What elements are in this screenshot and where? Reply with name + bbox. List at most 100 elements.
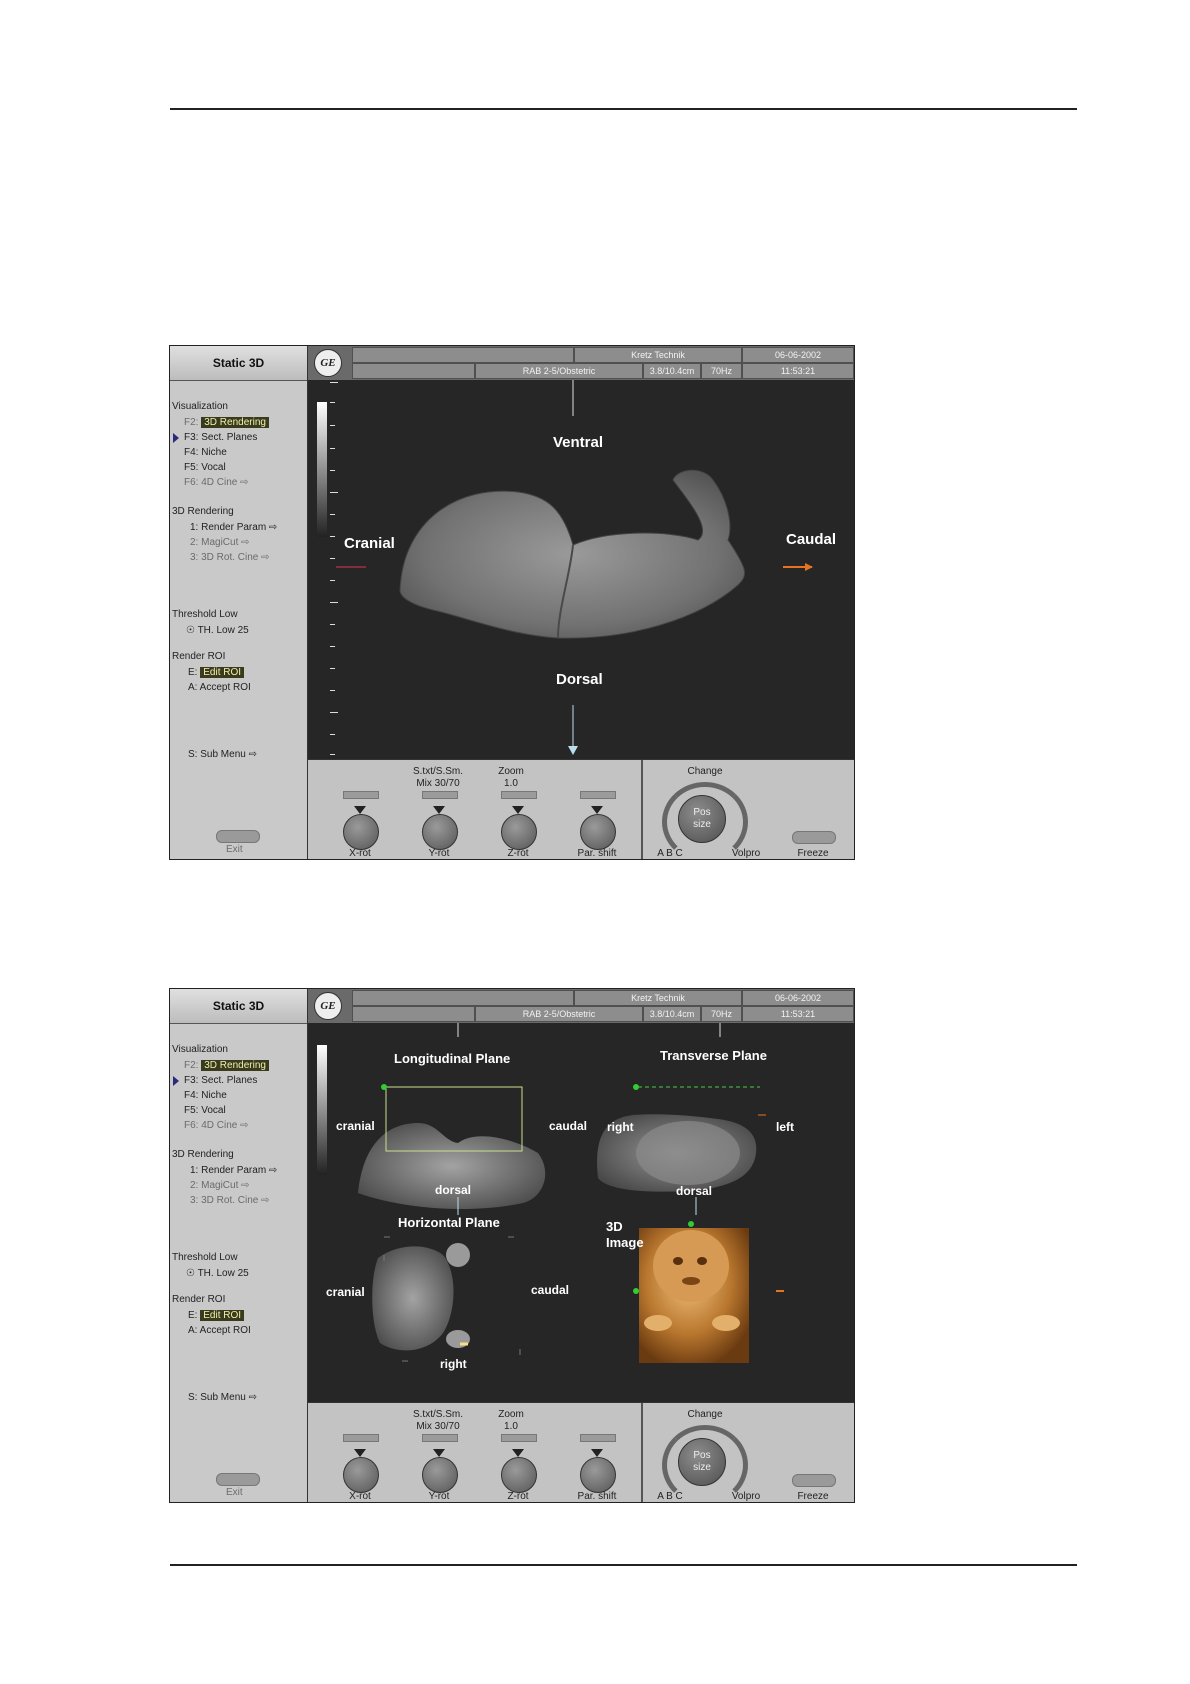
- header-rule: [170, 108, 1077, 110]
- y-rot-label: Y-rot: [428, 848, 450, 859]
- x-rot-knob[interactable]: [343, 1457, 379, 1493]
- menu-item-render-param[interactable]: 1: Render Param ⇨: [190, 522, 277, 533]
- menu-item-magicut[interactable]: 2: MagiCut ⇨: [190, 1180, 250, 1191]
- status-cell-blank: [352, 347, 574, 363]
- label-cranial-long: cranial: [336, 1119, 375, 1133]
- menu-item-3d-rot-cine[interactable]: 3: 3D Rot. Cine ⇨: [190, 552, 270, 563]
- label-dorsal-trans: dorsal: [676, 1184, 713, 1198]
- y-rot-knob[interactable]: [422, 1457, 458, 1493]
- z-rot-label: Z-rot: [507, 848, 529, 859]
- zoom-value: 1.0: [504, 778, 518, 789]
- date-label: 06-06-2002: [742, 990, 854, 1006]
- label-3d: 3D: [606, 1219, 623, 1234]
- mix-value: Mix 30/70: [416, 778, 460, 789]
- sidebar: Static 3D Visualization F2: 3D Rendering…: [170, 346, 308, 859]
- menu-item-f6[interactable]: F6: 4D Cine ⇨: [184, 1120, 249, 1131]
- menu-item-accept-roi[interactable]: A: Accept ROI: [188, 1325, 251, 1336]
- label-dorsal: Dorsal: [556, 671, 603, 688]
- menu-item-f3[interactable]: F3: Sect. Planes: [184, 432, 257, 443]
- section-render-roi: Render ROI: [172, 1294, 226, 1305]
- section-threshold-low: Threshold Low: [172, 609, 238, 620]
- edit-roi-label: Edit ROI: [200, 667, 245, 678]
- menu-item-f2[interactable]: F2: 3D Rendering: [184, 1060, 269, 1071]
- x-rot-knob[interactable]: [343, 814, 379, 850]
- menu-item-sub-menu[interactable]: S: Sub Menu ⇨: [188, 749, 257, 760]
- change-label: Change: [687, 1409, 723, 1420]
- menu-item-f4[interactable]: F4: Niche: [184, 1090, 227, 1101]
- menu-item-render-param[interactable]: 1: Render Param ⇨: [190, 1165, 277, 1176]
- label-right-trans: right: [607, 1120, 634, 1134]
- threshold-control[interactable]: ☉ TH. Low 25: [186, 625, 249, 636]
- mode-title: Static 3D: [170, 346, 307, 381]
- menu-item-magicut[interactable]: 2: MagiCut ⇨: [190, 537, 250, 548]
- ge-logo-icon: GE: [314, 992, 342, 1020]
- section-3d-rendering: 3D Rendering: [172, 1149, 234, 1160]
- label-caudal: Caudal: [786, 531, 837, 548]
- label-image: Image: [606, 1235, 644, 1250]
- pointer-icon: [591, 806, 603, 814]
- menu-item-edit-roi[interactable]: E: Edit ROI: [188, 1310, 245, 1321]
- render-viewport[interactable]: Ventral Cranial Caudal Dorsal: [308, 380, 854, 759]
- time-label: 11:53:21: [742, 363, 854, 379]
- zoom-value: 1.0: [504, 1421, 518, 1432]
- label-left-trans: left: [776, 1120, 794, 1134]
- menu-item-f2[interactable]: F2: 3D Rendering: [184, 417, 269, 428]
- status-cell-blank: [352, 990, 574, 1006]
- edit-roi-key: E:: [188, 667, 198, 678]
- pos-label: Pos: [693, 1450, 711, 1461]
- frequency-label: 70Hz: [701, 1006, 742, 1022]
- freeze-button[interactable]: [792, 831, 836, 844]
- menu-item-f4[interactable]: F4: Niche: [184, 447, 227, 458]
- label-transverse-plane: Transverse Plane: [660, 1048, 767, 1063]
- date-label: 06-06-2002: [742, 347, 854, 363]
- selection-marker-icon: [173, 1076, 179, 1086]
- menu-item-3d-rot-cine[interactable]: 3: 3D Rot. Cine ⇨: [190, 1195, 270, 1206]
- menu-item-f6[interactable]: F6: 4D Cine ⇨: [184, 477, 249, 488]
- status-cell-blank-2: [352, 363, 475, 379]
- z-rot-knob[interactable]: [501, 1457, 537, 1493]
- depth-label: 3.8/10.4cm: [643, 1006, 701, 1022]
- y-rot-knob[interactable]: [422, 814, 458, 850]
- z-rot-knob[interactable]: [501, 814, 537, 850]
- section-3d-rendering: 3D Rendering: [172, 506, 234, 517]
- freeze-label: Freeze: [797, 1491, 829, 1502]
- menu-item-accept-roi[interactable]: A: Accept ROI: [188, 682, 251, 693]
- multiplanar-images: [358, 1023, 784, 1363]
- ultrasound-screen-2: Static 3D Visualization F2: 3D Rendering…: [169, 988, 855, 1503]
- edit-roi-label: Edit ROI: [200, 1310, 245, 1321]
- quad-viewport[interactable]: Longitudinal Plane Transverse Plane Hori…: [308, 1023, 854, 1402]
- par-shift-knob[interactable]: [580, 1457, 616, 1493]
- menu-item-f5[interactable]: F5: Vocal: [184, 462, 226, 473]
- section-visualization: Visualization: [172, 1044, 228, 1055]
- menu-item-sub-menu[interactable]: S: Sub Menu ⇨: [188, 1392, 257, 1403]
- pointer-icon: [433, 806, 445, 814]
- control-panel: S.txt/S.Sm. Mix 30/70 Zoom 1.0 X-rot Y-r…: [308, 759, 854, 859]
- sidebar: Static 3D Visualization F2: 3D Rendering…: [170, 989, 308, 1502]
- z-rot-label: Z-rot: [507, 1491, 529, 1502]
- ultrasound-screen-1: Static 3D Visualization F2: 3D Rendering…: [169, 345, 855, 860]
- pointer-icon: [354, 806, 366, 814]
- freeze-label: Freeze: [797, 848, 829, 859]
- menu-item-f5[interactable]: F5: Vocal: [184, 1105, 226, 1116]
- par-shift-knob[interactable]: [580, 814, 616, 850]
- pointer-icon: [433, 1449, 445, 1457]
- change-label: Change: [687, 766, 723, 777]
- slider-bar: [580, 791, 616, 799]
- freeze-button[interactable]: [792, 1474, 836, 1487]
- menu-item-f3[interactable]: F3: Sect. Planes: [184, 1075, 257, 1086]
- label-cranial-horiz: cranial: [326, 1285, 365, 1299]
- probe-label: RAB 2-5/Obstetric: [475, 1006, 643, 1022]
- exit-label: Exit: [226, 844, 243, 855]
- exit-button[interactable]: [216, 1473, 260, 1486]
- label-longitudinal-plane: Longitudinal Plane: [394, 1051, 511, 1066]
- threshold-control[interactable]: ☉ TH. Low 25: [186, 1268, 249, 1279]
- ge-logo-icon: GE: [314, 349, 342, 377]
- abc-label: A B C: [657, 1491, 683, 1502]
- volpro-label: Volpro: [731, 848, 761, 859]
- label-caudal-long: caudal: [549, 1119, 588, 1133]
- exit-button[interactable]: [216, 830, 260, 843]
- pos-size-knob[interactable]: Pos size: [678, 795, 726, 843]
- menu-item-edit-roi[interactable]: E: Edit ROI: [188, 667, 245, 678]
- pos-size-knob[interactable]: Pos size: [678, 1438, 726, 1486]
- mix-title: S.txt/S.Sm.: [412, 1409, 463, 1420]
